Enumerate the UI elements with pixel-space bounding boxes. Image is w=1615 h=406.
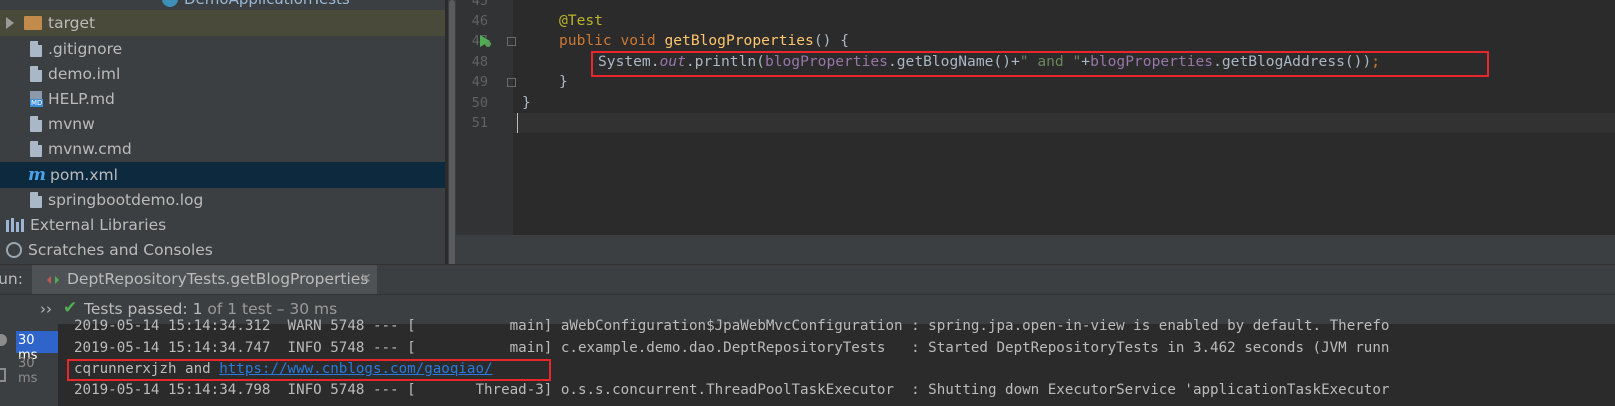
close-tab-icon[interactable]: ✕	[360, 271, 372, 287]
console-line: 2019-05-14 15:14:34.798 INFO 5748 --- [ …	[74, 382, 1390, 398]
run-tab[interactable]: DeptRepositoryTests.getBlogProperties ✕	[32, 265, 377, 295]
tree-item-label: .gitignore	[48, 40, 123, 58]
code-line-50: }	[522, 93, 531, 113]
check-icon: ✔	[63, 298, 78, 318]
test-times-column: 30 ms 30 ms	[16, 324, 58, 406]
keyword: public	[559, 32, 612, 49]
highlight-box-output	[67, 359, 551, 381]
code-line-47: public void getBlogProperties() {	[559, 31, 849, 51]
maven-icon: m	[28, 165, 46, 185]
test-time[interactable]: 30 ms	[18, 356, 58, 386]
project-tree-panel: DemoApplicationTests target .gitignore d…	[0, 0, 445, 272]
code-line-46: @Test	[559, 11, 603, 31]
expand-icon[interactable]: ››	[40, 300, 52, 318]
run-side-toolbar	[0, 324, 16, 406]
console-line: 2019-05-14 15:14:34.312 WARN 5748 --- [ …	[74, 318, 1390, 334]
line-number: 48	[471, 54, 488, 70]
markdown-file-icon	[30, 91, 44, 107]
tree-item-pom-xml[interactable]: m pom.xml	[0, 162, 445, 188]
tree-item-label: HELP.md	[48, 90, 115, 108]
line-number: 49	[471, 74, 488, 90]
file-icon	[30, 41, 42, 57]
code-text: () {	[813, 32, 849, 49]
tree-item-label: springbootdemo.log	[48, 191, 204, 209]
run-tool-header: Run: DeptRepositoryTests.getBlogProperti…	[0, 264, 1615, 295]
tree-item-target[interactable]: target	[0, 10, 445, 36]
tree-item-label: External Libraries	[30, 216, 167, 234]
line-number: 45	[471, 0, 488, 9]
code-text: }	[559, 73, 568, 90]
line-number: 50	[471, 95, 488, 111]
tree-item-label: mvnw	[48, 115, 95, 133]
tree-item-label: mvnw.cmd	[48, 140, 132, 158]
tree-item-mvnw[interactable]: mvnw	[0, 111, 445, 137]
test-class-icon	[162, 0, 178, 7]
code-line-49: }	[559, 72, 568, 92]
text-caret	[517, 113, 518, 133]
tree-item-label: DemoApplicationTests	[184, 0, 350, 8]
expand-arrow-icon[interactable]	[6, 17, 14, 29]
tree-item-label: Scratches and Consoles	[28, 241, 213, 259]
keyword: void	[620, 32, 656, 49]
file-icon	[30, 192, 42, 208]
tree-item-label: pom.xml	[50, 166, 118, 184]
file-icon	[30, 66, 42, 82]
code-text: }	[522, 94, 531, 111]
file-icon	[30, 141, 42, 157]
tree-item-mvnw-cmd[interactable]: mvnw.cmd	[0, 136, 445, 162]
annotation-text: @Test	[559, 12, 603, 29]
scratches-icon	[6, 242, 22, 258]
run-tab-label: DeptRepositoryTests.getBlogProperties	[67, 270, 369, 288]
method-name: getBlogProperties	[664, 32, 814, 49]
console-line: 2019-05-14 15:14:34.747 INFO 5748 --- [ …	[74, 340, 1390, 356]
file-icon	[30, 116, 42, 132]
run-test-icon[interactable]	[478, 34, 492, 48]
tree-item-help-md[interactable]: HELP.md	[0, 86, 445, 112]
line-number: 51	[471, 115, 488, 131]
test-config-icon	[47, 276, 59, 284]
project-scrollbar[interactable]	[448, 0, 456, 272]
tree-item-label: demo.iml	[48, 65, 121, 83]
fold-icon[interactable]	[507, 37, 516, 46]
tree-item-external-libraries[interactable]: External Libraries	[0, 212, 445, 238]
tree-item-demo-iml[interactable]: demo.iml	[0, 61, 445, 87]
tree-item-label: target	[48, 14, 96, 32]
rerun-icon[interactable]	[0, 334, 7, 346]
folder-icon	[24, 16, 42, 30]
current-line-highlight	[513, 113, 1615, 133]
tree-item-springbootdemo-log[interactable]: springbootdemo.log	[0, 187, 445, 213]
run-label: Run:	[0, 270, 23, 288]
stop-icon[interactable]	[0, 368, 6, 382]
highlight-box-code	[591, 51, 1489, 77]
tree-item-scratches[interactable]: Scratches and Consoles	[0, 237, 445, 263]
libraries-icon	[6, 218, 24, 232]
line-number: 46	[471, 13, 488, 29]
tree-item-gitignore[interactable]: .gitignore	[0, 36, 445, 62]
fold-icon[interactable]	[507, 78, 516, 87]
